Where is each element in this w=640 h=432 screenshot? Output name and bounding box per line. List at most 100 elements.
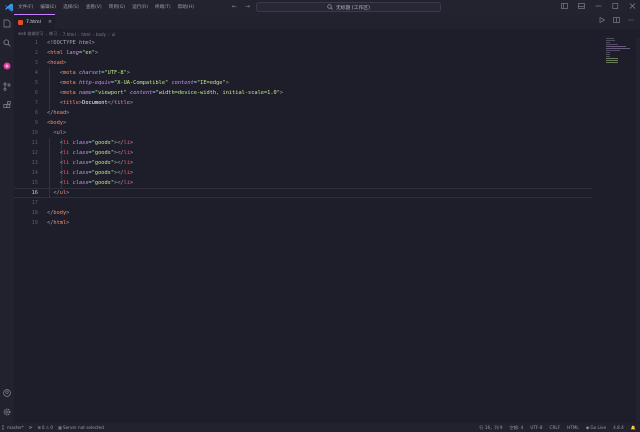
breadcrumb-item[interactable]: body <box>96 32 106 37</box>
menu-edit[interactable]: 编辑(E) <box>40 4 56 10</box>
breadcrumb-item[interactable]: web 前端学习 <box>18 31 44 37</box>
minimize-icon[interactable] <box>594 2 602 10</box>
menu-file[interactable]: 文件(F) <box>18 4 33 10</box>
tab-label: 7.html <box>26 19 41 25</box>
menu-go[interactable]: 转到(G) <box>109 4 125 10</box>
menu-help[interactable]: 帮助(H) <box>178 4 194 10</box>
menu-selection[interactable]: 选择(S) <box>63 4 79 10</box>
code-line: 7 <title>Document</title> <box>14 98 592 108</box>
code-line-current: 16 </ul> <box>14 188 592 198</box>
line-number: 7 <box>34 100 38 106</box>
problems-indicator[interactable]: ⊗ 0 ⚠ 0 <box>37 425 53 430</box>
gear-icon[interactable] <box>2 407 12 417</box>
menu-run[interactable]: 运行(R) <box>132 4 148 10</box>
code-line: 8 </head> <box>14 108 592 118</box>
line-ending[interactable]: CRLF <box>550 425 561 430</box>
code-line: 19 </html> <box>14 218 592 228</box>
arrow-right-icon[interactable]: → <box>245 3 250 10</box>
error-icon: ⊗ <box>37 425 41 430</box>
line-number: 14 <box>31 170 38 176</box>
server-icon: ▦ <box>58 425 62 430</box>
search-icon <box>327 4 333 10</box>
nav-arrows: ← → <box>232 3 250 10</box>
code-line: 14 <li class="goods"></li> <box>14 168 592 178</box>
split-editor-icon[interactable] <box>613 17 620 23</box>
close-icon[interactable]: × <box>48 19 52 25</box>
line-number: 13 <box>31 160 38 166</box>
notification-icon[interactable]: 🔔 <box>631 425 636 431</box>
encoding[interactable]: UTF-8 <box>530 425 542 430</box>
code-line: 11 <li class="goods"></li> <box>14 138 592 148</box>
language-mode[interactable]: HTML <box>567 425 579 430</box>
line-number: 4 <box>34 70 38 76</box>
breadcrumb-item[interactable]: html <box>81 32 90 37</box>
search-icon[interactable] <box>2 38 12 48</box>
vscode-logo-icon <box>4 2 14 12</box>
line-number: 8 <box>34 110 38 116</box>
code-line: 13 <li class="goods"></li> <box>14 158 592 168</box>
line-number: 1 <box>34 40 38 46</box>
code-editor[interactable]: 1 <!DOCTYPE html> 2 <html lang="en"> 3 <… <box>14 38 640 422</box>
extensions-icon[interactable] <box>2 100 12 110</box>
code-line: 5 <meta http-equiv="X-UA-Compatible" con… <box>14 78 592 88</box>
tab-7-html[interactable]: 7.html × <box>14 14 55 29</box>
server-status[interactable]: ▦ Server not selected <box>58 425 104 430</box>
panel-toggle-icon[interactable] <box>577 2 585 10</box>
source-control-icon[interactable] <box>2 81 12 91</box>
line-number: 17 <box>31 200 38 206</box>
code-line: 15 <li class="goods"></li> <box>14 178 592 188</box>
broadcast-icon: ◉ <box>585 425 590 430</box>
close-window-icon[interactable] <box>628 2 636 10</box>
line-number: 6 <box>34 90 38 96</box>
git-branch-icon <box>2 425 4 430</box>
line-number: 3 <box>34 60 38 66</box>
line-number: 15 <box>31 180 38 186</box>
line-number: 19 <box>31 220 38 226</box>
line-number: 2 <box>34 50 38 56</box>
version-indicator[interactable]: 4.8.4 <box>613 425 624 430</box>
breadcrumb-item[interactable]: 7.html <box>63 32 76 37</box>
extension-badge-icon[interactable] <box>2 61 12 71</box>
run-icon[interactable] <box>599 17 605 23</box>
menu-view[interactable]: 查看(V) <box>86 4 102 10</box>
more-actions-icon[interactable] <box>628 17 634 23</box>
go-live-button[interactable]: ◉ Go Live <box>586 425 606 430</box>
title-bar: 文件(F) 编辑(E) 选择(S) 查看(V) 转到(G) 运行(R) 终端(T… <box>0 0 640 14</box>
line-number: 5 <box>34 80 38 86</box>
account-icon[interactable] <box>2 388 12 398</box>
branch-name: master* <box>7 425 24 430</box>
explorer-icon[interactable] <box>2 18 12 28</box>
tab-bar: 7.html × <box>14 14 640 29</box>
window-controls <box>560 2 636 10</box>
breadcrumb-item[interactable]: ul <box>112 32 116 37</box>
code-line: 18 </body> <box>14 208 592 218</box>
warning-icon: ⚠ <box>45 425 50 430</box>
code-line: 2 <html lang="en"> <box>14 48 592 58</box>
maximize-icon[interactable] <box>611 2 619 10</box>
branch-indicator[interactable]: master* <box>2 425 24 430</box>
breadcrumb: web 前端学习 › 练习 › 7.html › html › body › ul <box>18 31 116 37</box>
command-center-label: 无标题 (工作区) <box>335 5 371 11</box>
line-number: 16 <box>31 190 38 196</box>
line-number: 10 <box>31 130 38 136</box>
vertical-scrollbar[interactable] <box>636 38 640 422</box>
code-line: 3 <head> <box>14 58 592 68</box>
line-number: 9 <box>34 120 38 126</box>
command-center[interactable]: 无标题 (工作区) <box>256 2 441 12</box>
indentation[interactable]: 空格: 4 <box>510 425 524 431</box>
breadcrumb-item[interactable]: 练习 <box>49 31 57 37</box>
code-line: 4 <meta charset="UTF-8"> <box>14 68 592 78</box>
layout-toggle-icon[interactable] <box>560 2 568 10</box>
status-bar: master* ⟳ ⊗ 0 ⚠ 0 ▦ Server not selected 行 1… <box>0 423 640 432</box>
menu-terminal[interactable]: 终端(T) <box>155 4 171 10</box>
activity-bar <box>0 14 14 423</box>
code-line: 9 <body> <box>14 118 592 128</box>
cursor-position[interactable]: 行 16，列 9 <box>479 425 502 431</box>
arrow-left-icon[interactable]: ← <box>232 3 237 10</box>
minimap[interactable] <box>606 38 632 78</box>
line-number: 11 <box>31 140 38 146</box>
html-file-icon <box>18 19 23 25</box>
sync-icon[interactable]: ⟳ <box>29 425 33 430</box>
editor-actions <box>599 17 634 23</box>
line-number: 12 <box>31 150 38 156</box>
